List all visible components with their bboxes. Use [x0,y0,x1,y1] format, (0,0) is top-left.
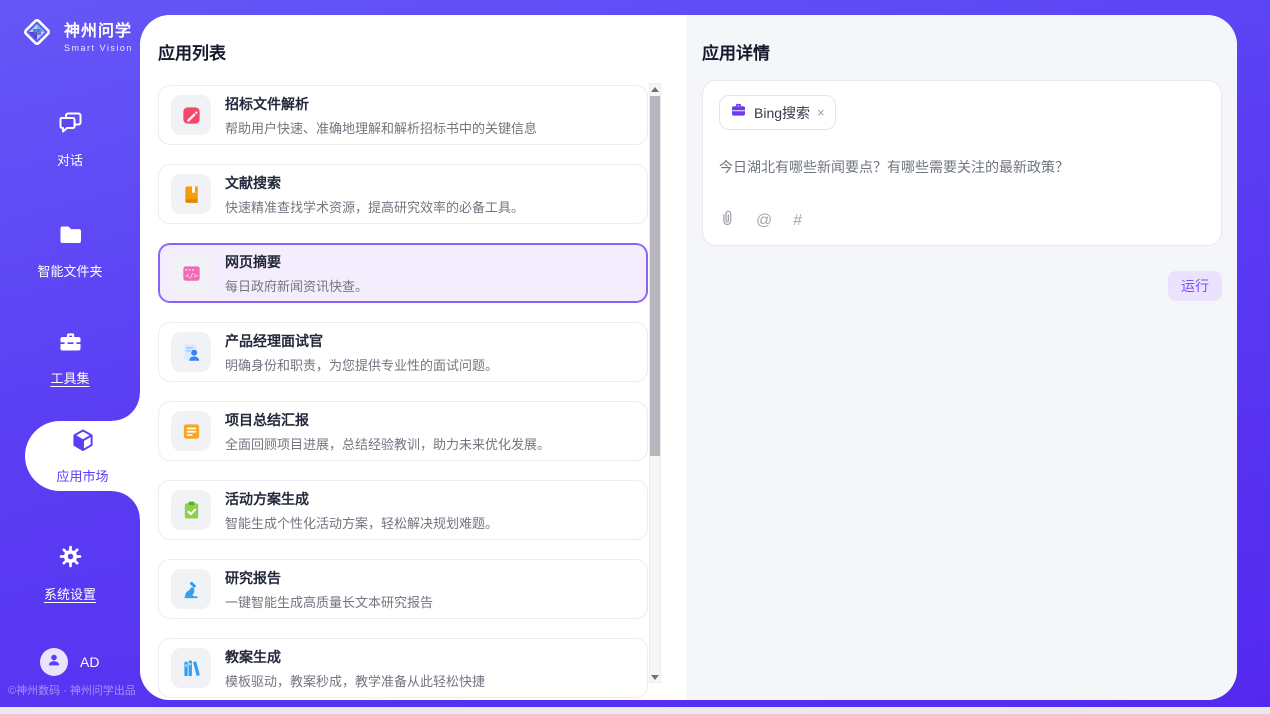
app-card-project-summary[interactable]: 项目总结汇报 全面回顾项目进展，总结经验教训，助力未来优化发展。 [158,401,648,461]
app-card-desc: 帮助用户快速、准确地理解和解析招标书中的关键信息 [225,118,537,137]
sidebar-item-label: 系统设置 [44,584,96,603]
app-card-title: 招标文件解析 [225,94,537,114]
report-notes-icon [171,411,211,451]
user-initials: AD [80,654,99,670]
close-icon[interactable]: × [817,106,825,119]
sidebar-item-app-market[interactable]: 应用市场 [25,421,140,491]
triangle-down-icon [651,675,659,680]
sidebar-item-label: 工具集 [50,368,89,387]
tool-tag-bing-search[interactable]: Bing搜索 × [719,95,836,130]
app-list-title: 应用列表 [158,39,226,64]
app-card-pm-interviewer[interactable]: 产品经理面试官 明确身份和职责，为您提供专业性的面试问题。 [158,322,648,382]
app-card-desc: 明确身份和职责，为您提供专业性的面试问题。 [225,355,498,374]
sidebar: 神州问学 Smart Vision 对话 [0,0,140,707]
app-detail-title: 应用详情 [702,39,770,64]
app-card-event-plan[interactable]: 活动方案生成 智能生成个性化活动方案，轻松解决规划难题。 [158,480,648,540]
app-card-title: 网页摘要 [225,252,368,272]
app-card-desc: 快速精准查找学术资源，提高研究效率的必备工具。 [225,197,524,216]
avatar [40,648,68,676]
books-icon [171,648,211,688]
app-card-list: 招标文件解析 帮助用户快速、准确地理解和解析招标书中的关键信息 文献搜索 [158,85,648,700]
input-toolbar: @ # [719,209,802,232]
app-card-research-report[interactable]: 研究报告 一键智能生成高质量长文本研究报告 [158,559,648,619]
app-card-title: 项目总结汇报 [225,410,550,430]
toolbox-icon [57,330,84,359]
sidebar-item-label: 智能文件夹 [37,261,102,280]
chat-icon [57,110,84,141]
book-icon [171,174,211,214]
app-list-panel: 应用列表 招标文件解析 帮助用户快速、准确地理解和解析招标书中的关键信息 [140,15,686,700]
brand-text: 神州问学 Smart Vision [64,17,133,53]
hash-icon[interactable]: # [793,213,802,229]
app-card-desc: 模板驱动，教案秒成，教学准备从此轻松快捷 [225,671,485,690]
scrollbar-track[interactable] [649,83,661,683]
sidebar-item-settings[interactable]: 系统设置 [0,543,140,603]
brand-tagline: Smart Vision [64,43,133,53]
person-icon [45,651,63,674]
app-card-desc: 全面回顾项目进展，总结经验教训，助力未来优化发展。 [225,434,550,453]
scrollbar-thumb[interactable] [650,96,660,456]
app-card-desc: 智能生成个性化活动方案，轻松解决规划难题。 [225,513,498,532]
prompt-card: Bing搜索 × 今日湖北有哪些新闻要点？有哪些需要关注的最新政策？ @ # [702,80,1222,246]
content-area: 应用列表 招标文件解析 帮助用户快速、准确地理解和解析招标书中的关键信息 [140,15,1237,700]
copyright-text: ©神州数码 · 神州问学出品 [8,682,136,698]
app-card-bid-parsing[interactable]: 招标文件解析 帮助用户快速、准确地理解和解析招标书中的关键信息 [158,85,648,145]
paperclip-icon[interactable] [719,209,735,232]
svg-text:</>: </> [185,271,197,279]
app-window: 神州问学 Smart Vision 对话 [0,0,1270,707]
gear-icon [57,543,84,575]
app-card-lesson-plan[interactable]: 教案生成 模板驱动，教案秒成，教学准备从此轻松快捷 [158,638,648,698]
app-card-literature-search[interactable]: 文献搜索 快速精准查找学术资源，提高研究效率的必备工具。 [158,164,648,224]
scroll-up-button[interactable] [650,83,660,95]
scroll-down-button[interactable] [650,671,660,683]
query-text[interactable]: 今日湖北有哪些新闻要点？有哪些需要关注的最新政策？ [719,157,1205,177]
microscope-icon [171,569,211,609]
brand-logo: 神州问学 Smart Vision [18,13,133,56]
sidebar-item-toolset[interactable]: 工具集 [0,330,140,387]
sidebar-item-chat[interactable]: 对话 [0,110,140,169]
clipboard-check-icon [171,490,211,530]
tool-tag-label: Bing搜索 [754,103,810,123]
run-button[interactable]: 运行 [1168,271,1222,301]
sidebar-item-label: 应用市场 [56,466,108,485]
app-card-title: 教案生成 [225,647,485,667]
sidebar-item-label: 对话 [57,150,83,169]
triangle-up-icon [651,87,659,92]
diamond-logo-icon [18,13,56,56]
app-card-title: 文献搜索 [225,173,524,193]
app-card-desc: 每日政府新闻资讯快查。 [225,276,368,295]
webpage-code-icon: </> [171,253,211,293]
sidebar-item-smart-folder[interactable]: 智能文件夹 [0,222,140,280]
app-card-title: 活动方案生成 [225,489,498,509]
user-account[interactable]: AD [40,648,99,676]
cube-icon [69,427,97,460]
document-edit-icon [171,95,211,135]
folder-icon [57,222,84,252]
app-card-title: 研究报告 [225,568,433,588]
app-card-web-summary[interactable]: </> 网页摘要 每日政府新闻资讯快查。 [158,243,648,303]
app-detail-panel: 应用详情 Bing搜索 × 今日湖北有哪些新闻要点？有哪些需要关注的最新政策？ [686,15,1237,700]
mention-icon[interactable]: @ [756,213,772,229]
briefcase-icon [730,102,747,123]
brand-name: 神州问学 [64,17,133,41]
app-card-title: 产品经理面试官 [225,331,498,351]
interviewer-icon [171,332,211,372]
app-card-desc: 一键智能生成高质量长文本研究报告 [225,592,433,611]
